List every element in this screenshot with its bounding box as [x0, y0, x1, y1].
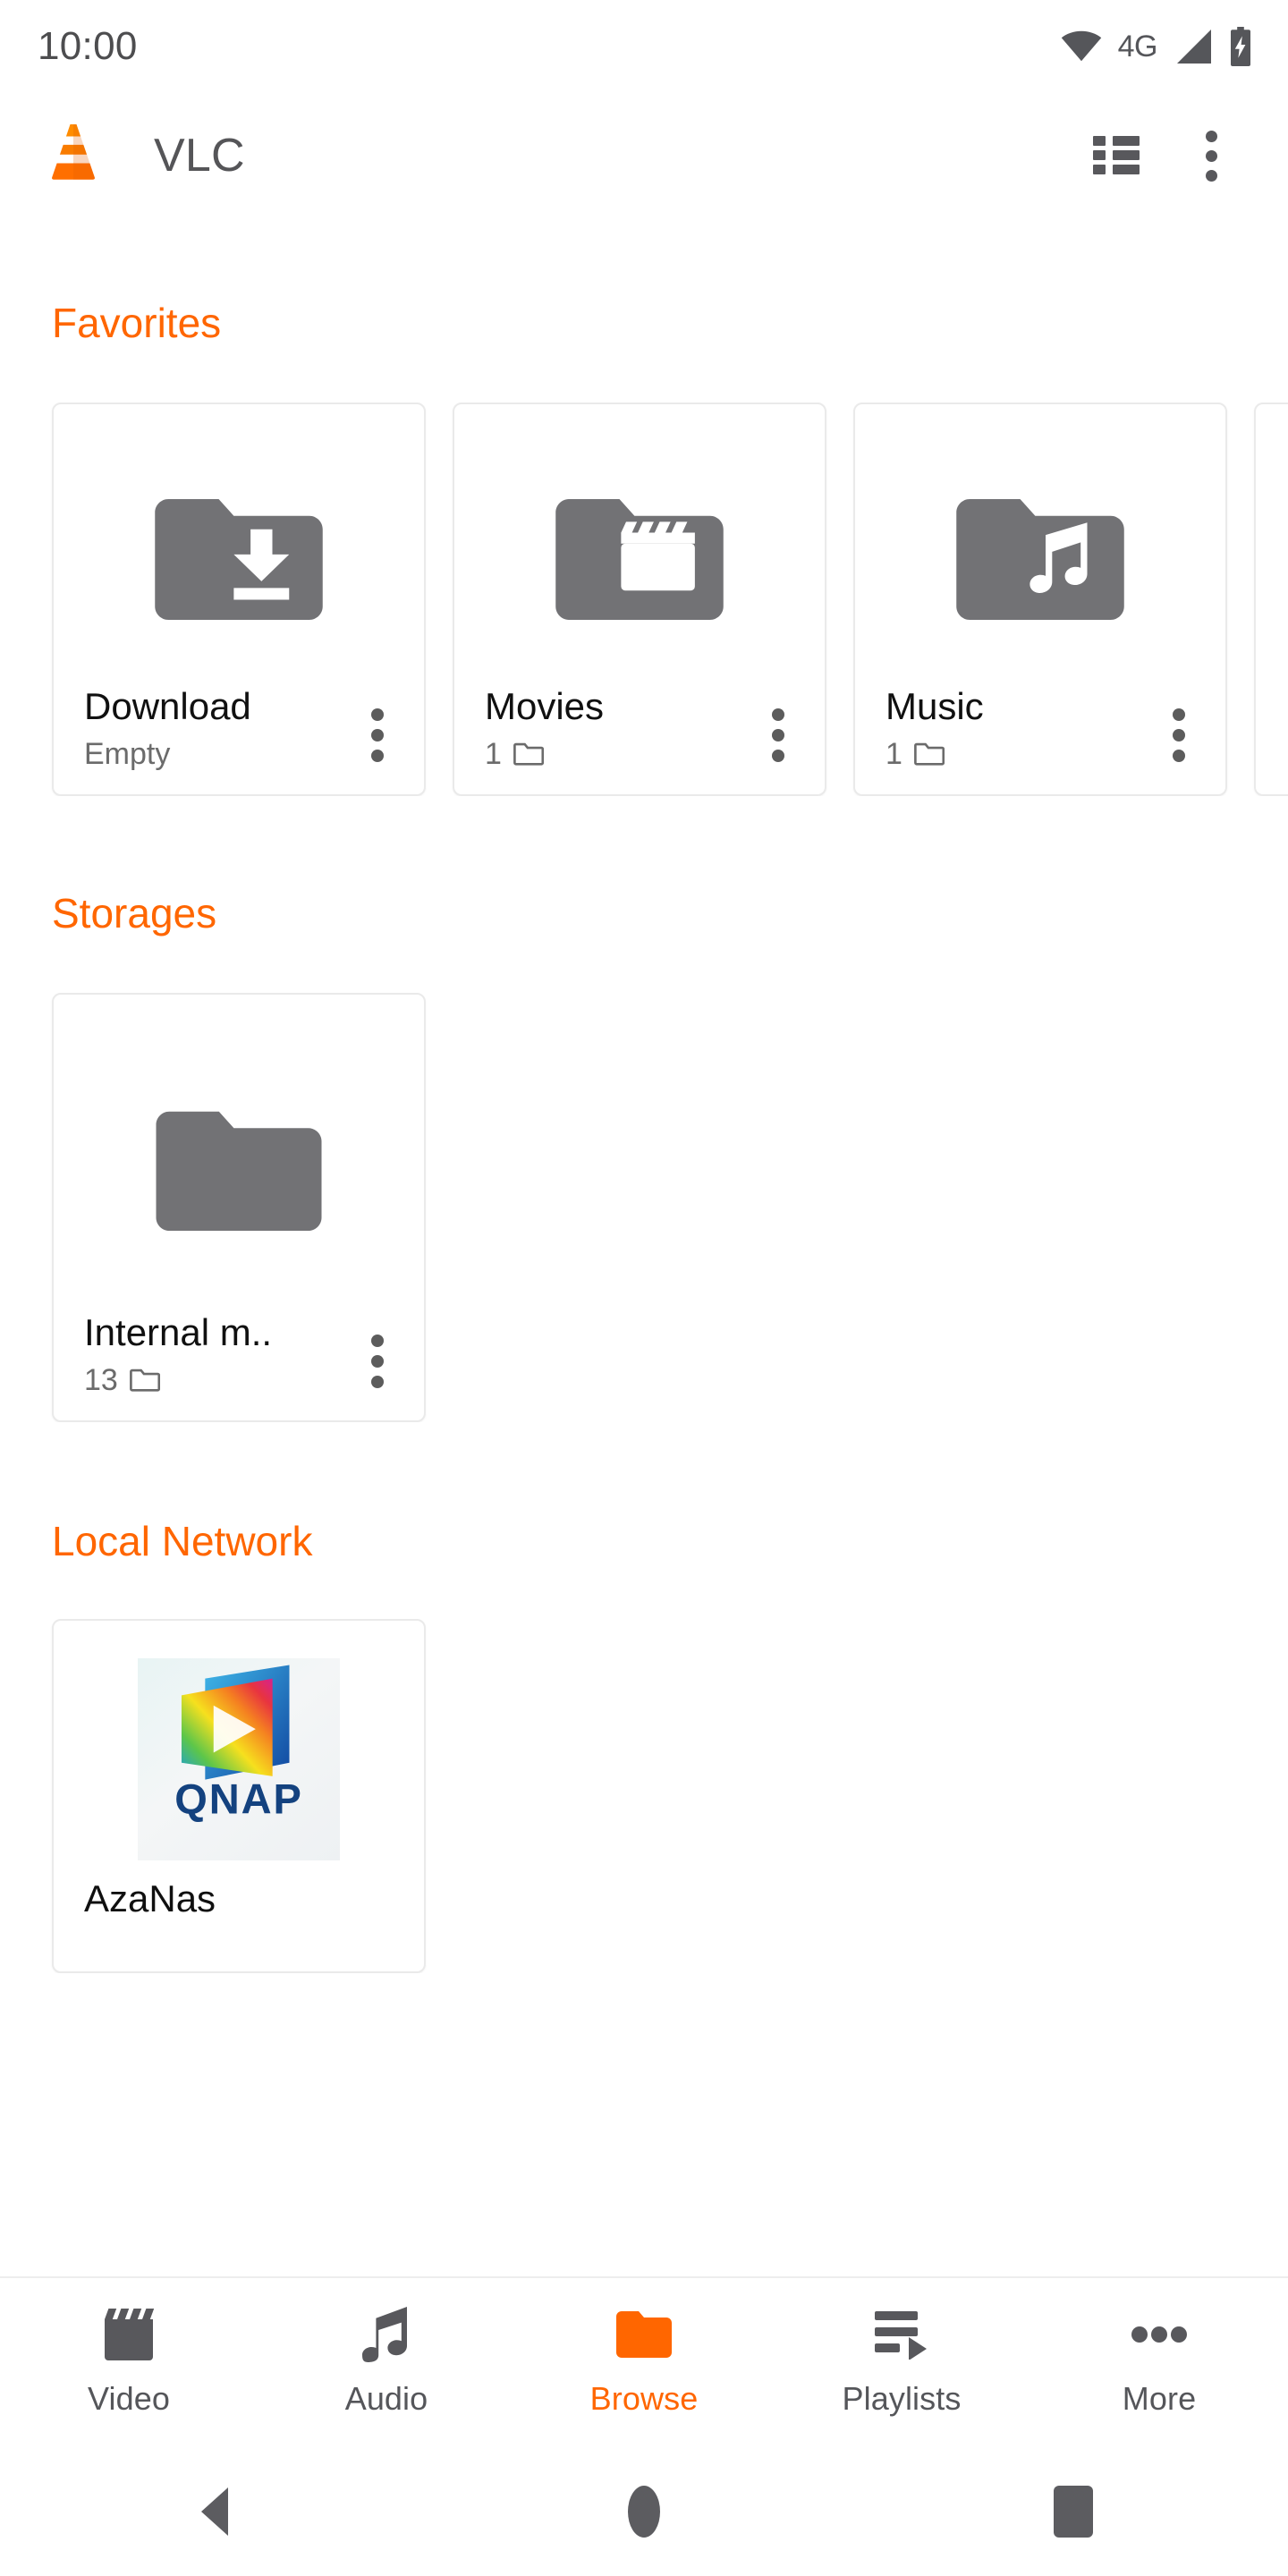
nav-tab-browse[interactable]: Browse: [515, 2307, 773, 2418]
wifi-icon: [1061, 30, 1102, 63]
folder-outline-icon: [913, 743, 945, 766]
status-time: 10:00: [38, 24, 138, 68]
nav-tab-playlists[interactable]: Playlists: [773, 2307, 1030, 2418]
card-title: Movies: [485, 685, 605, 728]
card-overflow-button[interactable]: [744, 692, 812, 778]
status-icons: 4G: [1061, 27, 1252, 66]
card-thumbnail: [1256, 404, 1288, 762]
nav-tab-video[interactable]: Video: [0, 2307, 258, 2418]
card-footer: Music 1: [855, 684, 1225, 794]
nav-label: Audio: [344, 2380, 428, 2417]
local-network-card-strip[interactable]: QNAP AzaNas: [0, 1619, 1288, 1973]
status-bar: 10:00 4G: [0, 0, 1288, 93]
card-subtitle: 1: [485, 737, 744, 771]
overflow-menu-button[interactable]: [1168, 113, 1254, 199]
recents-button[interactable]: [859, 2485, 1288, 2538]
nav-tab-audio[interactable]: Audio: [258, 2307, 515, 2418]
more-vertical-icon: [1173, 708, 1185, 762]
nav-label: More: [1122, 2380, 1197, 2417]
folder-icon: [616, 2307, 672, 2362]
card-subtitle: Empty: [84, 736, 171, 771]
favorite-card-music[interactable]: Music 1: [853, 402, 1227, 796]
folder-icon: [156, 1111, 322, 1231]
folder-music-icon: [956, 498, 1124, 620]
card-text: AzaNas: [84, 1877, 411, 1921]
network-type-label: 4G: [1117, 29, 1158, 64]
storage-card-internal-memory[interactable]: Internal m.. 13: [52, 993, 426, 1422]
square-recents-icon: [1054, 2485, 1093, 2538]
app-bar: VLC: [0, 93, 1288, 218]
card-overflow-button[interactable]: [1145, 692, 1213, 778]
folder-download-icon: [155, 498, 323, 620]
card-thumbnail: [855, 404, 1225, 684]
card-title: Download: [84, 685, 251, 728]
clapperboard-icon: [101, 2307, 157, 2362]
section-title-local-network: Local Network: [52, 1518, 313, 1564]
card-title: AzaNas: [84, 1877, 216, 1920]
qnap-logo-icon: QNAP: [138, 1658, 340, 1861]
vlc-cone-icon: [36, 118, 111, 193]
list-view-icon: [1093, 136, 1140, 175]
home-button[interactable]: [429, 2485, 859, 2538]
nav-label: Playlists: [842, 2380, 962, 2417]
favorite-card-download[interactable]: Download Empty: [52, 402, 426, 796]
card-subtitle: 1: [886, 737, 1145, 771]
favorite-card-partial[interactable]: [1254, 402, 1288, 796]
favorites-card-strip[interactable]: Download Empty Movies 1 Music 1: [0, 402, 1288, 796]
nav-label: Video: [88, 2380, 170, 2417]
card-footer: Download Empty: [54, 684, 424, 794]
more-vertical-icon: [1205, 130, 1217, 182]
card-subtitle: 13: [84, 1363, 343, 1397]
card-text: Internal m.. 13: [84, 1310, 343, 1397]
card-text: Download Empty: [84, 684, 343, 771]
more-vertical-icon: [371, 708, 384, 762]
circle-home-icon: [628, 2485, 660, 2538]
triangle-back-icon: [201, 2487, 228, 2536]
more-horizontal-icon: [1131, 2307, 1187, 2362]
card-thumbnail: QNAP: [54, 1621, 424, 1877]
favorite-card-movies[interactable]: Movies 1: [453, 402, 826, 796]
card-thumbnail: [54, 995, 424, 1310]
folder-outline-icon: [513, 743, 544, 766]
cellular-signal-icon: [1174, 30, 1213, 64]
section-title-favorites: Favorites: [52, 300, 222, 346]
section-title-storages: Storages: [52, 890, 217, 936]
card-text: Movies 1: [485, 684, 744, 771]
back-button[interactable]: [0, 2487, 429, 2536]
card-overflow-button[interactable]: [343, 692, 411, 778]
card-thumbnail: [54, 404, 424, 684]
playlist-play-icon: [875, 2307, 928, 2362]
nav-label: Browse: [589, 2380, 699, 2417]
card-text: Music 1: [886, 684, 1145, 771]
folder-movie-icon: [555, 498, 724, 620]
more-vertical-icon: [371, 1335, 384, 1388]
card-title: Internal m..: [84, 1311, 273, 1354]
battery-charging-icon: [1229, 27, 1252, 66]
more-vertical-icon: [772, 708, 784, 762]
svg-text:QNAP: QNAP: [174, 1775, 303, 1822]
card-title: Music: [886, 685, 984, 728]
folder-outline-icon: [129, 1369, 160, 1392]
card-footer: [1256, 762, 1288, 794]
network-card-azanas[interactable]: QNAP AzaNas: [52, 1619, 426, 1973]
display-mode-button[interactable]: [1073, 113, 1159, 199]
music-note-icon: [362, 2307, 411, 2362]
card-thumbnail: [454, 404, 825, 684]
system-navigation-bar: [0, 2446, 1288, 2576]
card-footer: Internal m.. 13: [54, 1310, 424, 1420]
storages-card-strip[interactable]: Internal m.. 13: [0, 993, 1288, 1422]
card-footer: AzaNas: [54, 1877, 424, 1971]
bottom-navigation: Video Audio Browse Playlists More: [0, 2276, 1288, 2446]
card-overflow-button[interactable]: [343, 1318, 411, 1404]
nav-tab-more[interactable]: More: [1030, 2307, 1288, 2418]
card-footer: Movies 1: [454, 684, 825, 794]
page-title: VLC: [154, 130, 245, 182]
browse-content: Favorites Download Empty Movies 1 Music …: [0, 299, 1288, 1973]
